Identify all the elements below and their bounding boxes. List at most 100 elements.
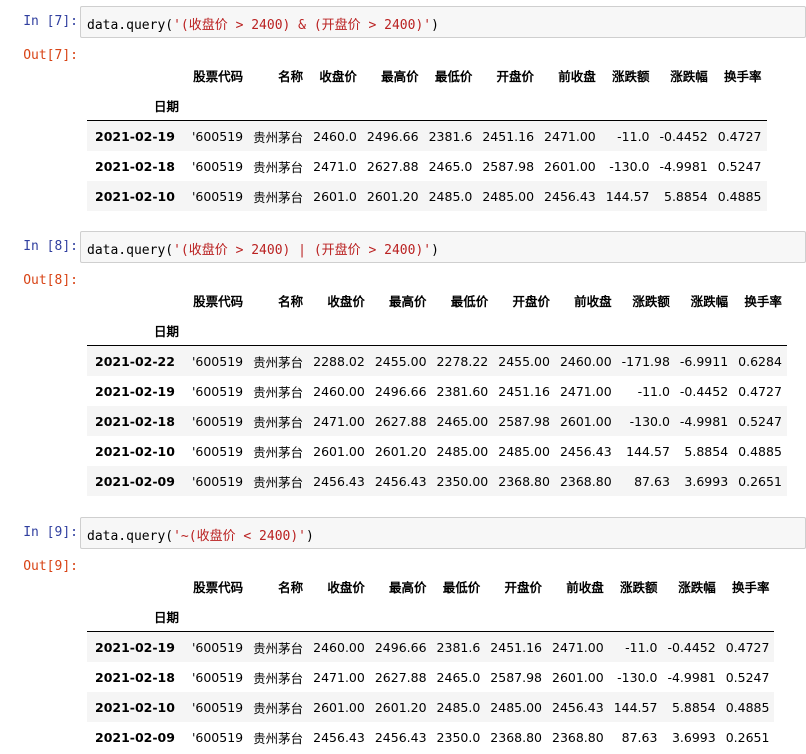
table-cell: 2350.00 xyxy=(436,473,489,489)
code-query-string: '(收盘价 > 2400) | (开盘价 > 2400)' xyxy=(173,243,432,258)
table-cell: -4.9981 xyxy=(659,158,708,174)
index-corner xyxy=(87,60,187,90)
table-row: 2021-02-18 '600519 贵州茅台 2471.00 2627.88 2465.… xyxy=(87,406,787,436)
notebook-cell-9: In [9]: data.query('~(收盘价 < 2400)') Out[… xyxy=(0,511,806,754)
table-cell: 0.4885 xyxy=(725,699,770,715)
index-name-spacer xyxy=(493,315,555,346)
table-cell: 贵州茅台 xyxy=(253,384,304,400)
table-cell: 2456.43 xyxy=(313,473,365,489)
code-input[interactable]: data.query('~(收盘价 < 2400)') xyxy=(80,517,806,549)
table-cell: -4.9981 xyxy=(667,669,716,685)
table-cell: '600519 xyxy=(191,699,244,715)
column-header: 最高价 xyxy=(381,68,419,84)
row-index-date: 2021-02-10 xyxy=(95,699,175,715)
table-cell: 0.4727 xyxy=(738,383,782,399)
code-call: data.query( xyxy=(87,243,174,258)
index-name-spacer xyxy=(600,90,655,121)
table-cell: 0.6284 xyxy=(738,353,782,369)
table-cell: 144.57 xyxy=(613,699,658,715)
table-cell: 贵州茅台 xyxy=(253,354,304,370)
index-name-spacer xyxy=(477,90,540,121)
row-index-date: 2021-02-10 xyxy=(95,443,175,459)
table-cell: 2460.0 xyxy=(313,128,357,144)
table-cell: 2350.0 xyxy=(436,729,481,745)
index-name-spacer xyxy=(423,90,478,121)
column-header: 股票代码 xyxy=(193,68,244,84)
code-input[interactable]: data.query('(收盘价 > 2400) & (开盘价 > 2400)'… xyxy=(80,6,806,38)
code-query-string: '~(收盘价 < 2400)' xyxy=(173,529,307,544)
table-cell: 2471.00 xyxy=(559,383,612,399)
index-name-spacer xyxy=(186,601,249,632)
table-cell: 2456.43 xyxy=(374,473,427,489)
column-header: 前收盘 xyxy=(558,68,596,84)
table-cell: 贵州茅台 xyxy=(253,670,304,686)
table-cell: -6.9911 xyxy=(679,353,729,369)
column-header: 换手率 xyxy=(723,68,762,84)
table-cell: 144.57 xyxy=(626,443,670,459)
table-row: 2021-02-09 '600519 贵州茅台 2456.43 2456.43 2350.… xyxy=(87,466,787,496)
row-index-date: 2021-02-19 xyxy=(95,383,175,399)
notebook-cell-7: In [7]: data.query('(收盘价 > 2400) & (开盘价 … xyxy=(0,0,806,230)
table-cell: 2627.88 xyxy=(374,669,427,685)
index-name-spacer xyxy=(431,315,494,346)
table-cell: '600519 xyxy=(191,158,244,174)
table-cell: '600519 xyxy=(191,383,244,399)
index-name-header: 日期 xyxy=(87,90,187,121)
index-name-spacer xyxy=(248,601,309,632)
row-index-date: 2021-02-10 xyxy=(95,188,175,204)
column-header: 最低价 xyxy=(442,579,481,595)
column-header: 收盘价 xyxy=(327,293,365,309)
table-cell: 2455.00 xyxy=(374,353,427,369)
table-cell: 2627.88 xyxy=(374,413,427,429)
dataframe-output: 股票代码 名称 收盘价 最高价 最低价 开盘价 前收盘 涨跌额 涨跌幅 换手率 日期 2021-02-… xyxy=(87,60,767,211)
index-name-spacer xyxy=(539,90,601,121)
code-input[interactable]: data.query('(收盘价 > 2400) | (开盘价 > 2400)'… xyxy=(80,231,806,263)
table-row: 2021-02-22 '600519 贵州茅台 2288.02 2455.00 2278.… xyxy=(87,345,787,376)
column-header: 名称 xyxy=(278,68,304,84)
input-prompt: In [9]: xyxy=(23,525,78,540)
table-cell: 2627.88 xyxy=(366,158,419,174)
table-cell: 2587.98 xyxy=(498,413,550,429)
table-cell: '600519 xyxy=(191,443,244,459)
table-cell: 2471.00 xyxy=(544,128,596,144)
index-name-spacer xyxy=(616,315,675,346)
table-cell: 2471.00 xyxy=(313,669,365,685)
table-cell: 2460.00 xyxy=(559,353,612,369)
table-cell: 2368.80 xyxy=(552,729,604,745)
table-cell: 贵州茅台 xyxy=(253,159,304,175)
table-cell: 2278.22 xyxy=(436,353,489,369)
table-cell: 2601.20 xyxy=(366,188,419,204)
code-call: data.query( xyxy=(87,18,174,33)
table-cell: 2485.0 xyxy=(436,699,481,715)
table-cell: 0.4727 xyxy=(717,128,762,144)
table-cell: 0.5247 xyxy=(725,669,770,685)
table-cell: '600519 xyxy=(191,639,244,655)
table-cell: 2381.6 xyxy=(428,128,473,144)
column-header: 涨跌幅 xyxy=(670,68,708,84)
index-name-spacer xyxy=(431,601,486,632)
table-cell: -11.0 xyxy=(625,639,658,655)
table-cell: -130.0 xyxy=(609,158,650,174)
table-cell: 2471.0 xyxy=(313,158,357,174)
table-row: 2021-02-19 '600519 贵州茅台 2460.0 2496.66 2381.6… xyxy=(87,120,767,151)
dataframe-output: 股票代码 名称 收盘价 最高价 最低价 开盘价 前收盘 涨跌额 涨跌幅 换手率 日期 2021-02-… xyxy=(87,571,775,752)
index-name-spacer xyxy=(361,90,424,121)
row-index-date: 2021-02-18 xyxy=(95,158,175,174)
table-cell: 2485.0 xyxy=(428,188,473,204)
index-name-spacer xyxy=(654,90,713,121)
column-header: 最低价 xyxy=(450,293,489,309)
dataframe-output: 股票代码 名称 收盘价 最高价 最低价 开盘价 前收盘 涨跌额 涨跌幅 换手率 日期 2021-02-… xyxy=(87,285,787,496)
table-cell: 0.2651 xyxy=(725,729,770,745)
table-cell: -171.98 xyxy=(621,353,670,369)
table-row: 2021-02-09 '600519 贵州茅台 2456.43 2456.43 2350.… xyxy=(87,722,774,752)
table-cell: 2587.98 xyxy=(490,669,542,685)
column-header: 股票代码 xyxy=(193,293,244,309)
code-close-paren: ) xyxy=(431,243,439,258)
table-row: 2021-02-18 '600519 贵州茅台 2471.00 2627.88 2465.… xyxy=(87,662,774,692)
table-cell: 2601.00 xyxy=(559,413,612,429)
code-close-paren: ) xyxy=(306,529,314,544)
column-header: 开盘价 xyxy=(512,293,550,309)
column-header: 涨跌额 xyxy=(619,579,658,595)
table-cell: 2601.00 xyxy=(544,158,596,174)
table-cell: -130.0 xyxy=(629,413,670,429)
